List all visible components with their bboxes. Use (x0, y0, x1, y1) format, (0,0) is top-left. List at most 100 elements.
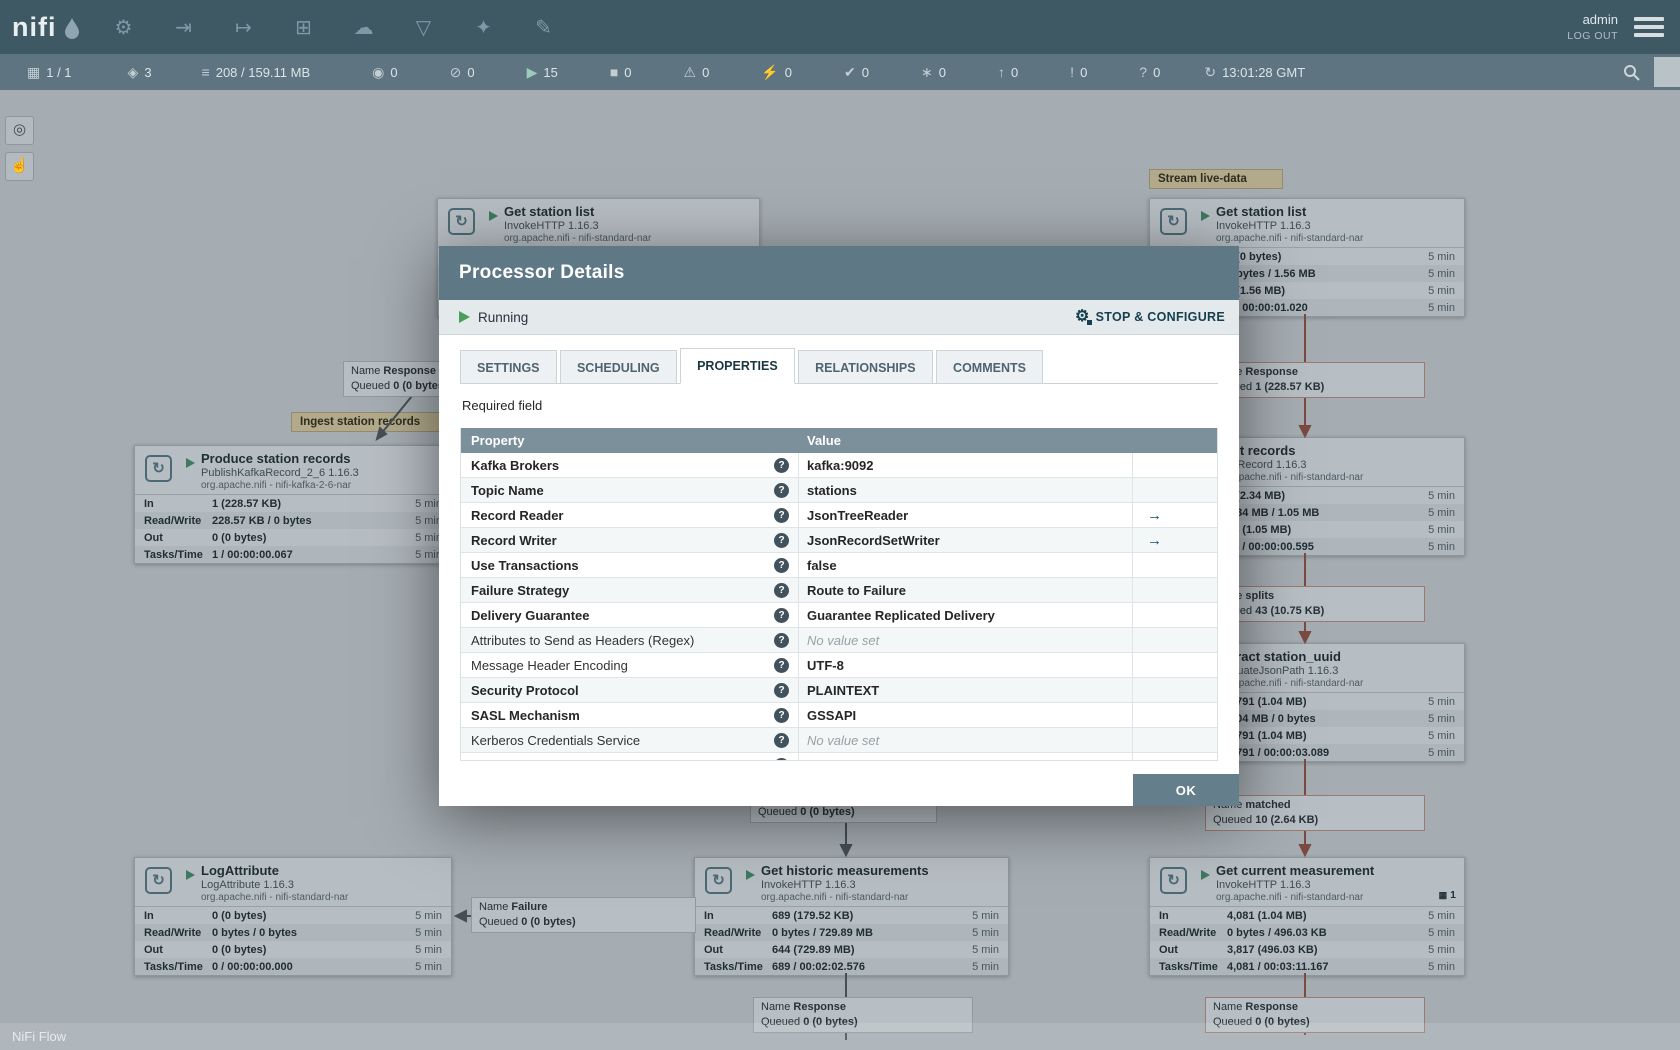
processor-stats: In 689 (179.52 KB) 5 min Read/Write 0 bytes… (695, 906, 1008, 975)
go-to-service-arrow[interactable]: → (1133, 532, 1162, 549)
processor-type: InvokeHTTP 1.16.3 (761, 879, 856, 891)
processor-bundle: org.apache.nifi - nifi-standard-nar (761, 892, 909, 903)
input-port-toolbar-icon[interactable]: ⇥ (167, 10, 201, 44)
processor-log-attribute[interactable]: ↻ LogAttribute LogAttribute 1.16.3 org.a… (134, 857, 452, 976)
processor-details-dialog: Processor Details Running ⚙ STOP & CONFI… (439, 246, 1239, 806)
stop-and-configure-label: STOP & CONFIGURE (1095, 310, 1225, 324)
app-header: nifi ⚙ ⇥ ↦ ⊞ ☁ ▽ ✦ ✎ admin LOG OUT (0, 0, 1680, 54)
status-locally-modified-stale: ! 0 (1070, 64, 1088, 80)
transmitting-icon: ◉ (372, 63, 385, 80)
property-row-delivery-guarantee[interactable]: Delivery Guarantee? Guarantee Replicated… (461, 603, 1217, 628)
help-icon[interactable]: ? (774, 582, 789, 598)
stop-and-configure-button[interactable]: ⚙ STOP & CONFIGURE (1075, 309, 1225, 325)
property-row-use-transactions[interactable]: Use Transactions? false (461, 553, 1217, 578)
tab-settings[interactable]: SETTINGS (460, 350, 557, 384)
property-row-message-header-encoding[interactable]: Message Header Encoding? UTF-8 (461, 653, 1217, 678)
property-row-attributes-headers[interactable]: Attributes to Send as Headers (Regex)? N… (461, 628, 1217, 653)
processor-type: InvokeHTTP 1.16.3 (1216, 879, 1311, 891)
funnel-toolbar-icon[interactable]: ▽ (407, 10, 441, 44)
help-icon[interactable]: ? (774, 607, 789, 623)
processor-produce-station-records[interactable]: ↻ Produce station records PublishKafkaRe… (134, 445, 452, 564)
status-queued: ≡ 208 / 159.11 MB (201, 64, 311, 80)
status-up-to-date: ✔ 0 (844, 63, 869, 80)
go-to-service-arrow[interactable]: → (1133, 507, 1162, 524)
property-row-topic-name[interactable]: Topic Name? stations (461, 478, 1217, 503)
canvas-label-ingest-station-records[interactable]: Ingest station records (291, 412, 452, 432)
help-icon[interactable]: ? (774, 657, 789, 673)
status-active-threads: ◈ 3 (127, 63, 152, 80)
status-running: ▶ 15 (526, 63, 558, 80)
processor-bundle: org.apache.nifi - nifi-kafka-2-6-nar (201, 480, 352, 491)
property-row-kerberos-service-name[interactable]: Kerberos Service Name? No value set (461, 753, 1217, 760)
property-row-failure-strategy[interactable]: Failure Strategy? Route to Failure (461, 578, 1217, 603)
status-stale: ↑ 0 (997, 64, 1019, 80)
up-to-date-icon: ✔ (844, 63, 856, 80)
help-icon[interactable]: ? (774, 507, 789, 523)
components-toolbar: ⚙ ⇥ ↦ ⊞ ☁ ▽ ✦ ✎ (107, 10, 561, 44)
operate-palette-button[interactable]: ☝ (5, 152, 34, 181)
processor-type: SplitRecord 1.16.3 (1216, 459, 1307, 471)
tab-comments[interactable]: COMMENTS (936, 350, 1043, 384)
breadcrumb-root: NiFi Flow (12, 1029, 67, 1044)
navigate-palette-button[interactable]: ◎ (5, 116, 34, 145)
status-invalid: ⚠ 0 (683, 63, 710, 80)
refresh-status[interactable]: ↻ 13:01:28 GMT (1204, 64, 1305, 81)
property-row-kerberos-credentials-service[interactable]: Kerberos Credentials Service? No value s… (461, 728, 1217, 753)
nifi-app: nifi ⚙ ⇥ ↦ ⊞ ☁ ▽ ✦ ✎ admin LOG OUT ▦ 1 / … (0, 0, 1680, 1050)
processor-type: EvaluateJsonPath 1.16.3 (1216, 665, 1339, 677)
help-icon[interactable]: ? (774, 632, 789, 648)
nifi-logo: nifi (12, 12, 81, 43)
processor-stats: In0 (0 bytes)5 min Read/Write0 bytes / 0… (135, 906, 451, 975)
property-row-record-reader[interactable]: Record Reader? JsonTreeReader → (461, 503, 1217, 528)
right-panel-handle[interactable] (1654, 57, 1680, 87)
label-toolbar-icon[interactable]: ✎ (527, 10, 561, 44)
help-icon[interactable]: ? (774, 682, 789, 698)
locally-modified-icon: ∗ (920, 63, 933, 80)
processor-stats: In 1 (228.57 KB) 5 min Read/Write 228.57 KB… (135, 494, 451, 563)
run-status-icon (186, 870, 195, 880)
nifi-logo-text: nifi (12, 11, 57, 42)
processor-name: Extract station_uuid (1216, 649, 1341, 664)
help-icon[interactable]: ? (774, 707, 789, 723)
properties-table-header: Property Value (461, 428, 1217, 453)
properties-table: Property Value Kafka Brokers? kafka:9092… (460, 428, 1218, 761)
run-status-icon (1201, 211, 1210, 221)
processor-type-icon: ↻ (145, 867, 172, 894)
processor-stats: In 4,081 (1.04 MB) 5 min Read/Write 0 bytes… (1150, 906, 1464, 975)
remote-process-group-toolbar-icon[interactable]: ☁ (347, 10, 381, 44)
help-icon[interactable]: ? (774, 457, 789, 473)
help-icon[interactable]: ? (774, 482, 789, 498)
tab-properties[interactable]: PROPERTIES (680, 348, 795, 384)
processor-get-current-measurement[interactable]: ↻ Get current measurement InvokeHTTP 1.1… (1149, 857, 1465, 976)
tab-scheduling[interactable]: SCHEDULING (559, 350, 677, 384)
property-row-security-protocol[interactable]: Security Protocol? PLAINTEXT (461, 678, 1217, 703)
help-icon[interactable]: ? (774, 732, 789, 748)
property-row-record-writer[interactable]: Record Writer? JsonRecordSetWriter → (461, 528, 1217, 553)
global-menu-icon[interactable] (1634, 13, 1664, 41)
processor-name: Get station list (504, 204, 595, 219)
breadcrumb[interactable]: NiFi Flow (0, 1023, 1680, 1050)
ok-button[interactable]: OK (1133, 774, 1239, 806)
property-row-sasl-mechanism[interactable]: SASL Mechanism? GSSAPI (461, 703, 1217, 728)
processor-type: PublishKafkaRecord_2_6 1.16.3 (201, 467, 359, 479)
canvas-label-stream-live-data[interactable]: Stream live-data (1149, 169, 1283, 189)
disabled-icon: ⚡ (761, 63, 779, 80)
processor-toolbar-icon[interactable]: ⚙ (107, 10, 141, 44)
processor-name: Get current measurement (1216, 863, 1375, 878)
output-port-toolbar-icon[interactable]: ↦ (227, 10, 261, 44)
tab-relationships[interactable]: RELATIONSHIPS (798, 350, 933, 384)
template-toolbar-icon[interactable]: ✦ (467, 10, 501, 44)
processor-bundle: org.apache.nifi - nifi-standard-nar (1216, 472, 1364, 483)
process-group-toolbar-icon[interactable]: ⊞ (287, 10, 321, 44)
help-icon[interactable]: ? (774, 557, 789, 573)
property-row-kafka-brokers[interactable]: Kafka Brokers? kafka:9092 (461, 453, 1217, 478)
search-button[interactable] (1623, 64, 1640, 81)
connection-label-failure-to-logattribute[interactable]: Name Failure Queued 0 (0 bytes) (471, 897, 696, 933)
logout-link[interactable]: LOG OUT (1567, 29, 1618, 43)
queued-icon: ≡ (201, 64, 210, 80)
help-icon[interactable]: ? (774, 757, 789, 760)
threads-icon: ▦ (1438, 890, 1448, 900)
processor-get-historic-measurements[interactable]: ↻ Get historic measurements InvokeHTTP 1… (694, 857, 1009, 976)
processor-type: InvokeHTTP 1.16.3 (1216, 220, 1311, 232)
help-icon[interactable]: ? (774, 532, 789, 548)
